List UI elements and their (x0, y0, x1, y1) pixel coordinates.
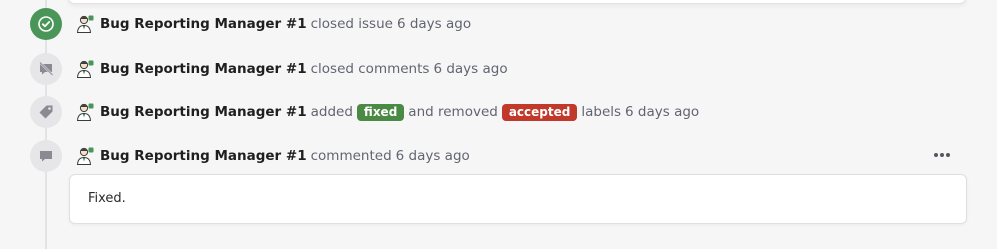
avatar[interactable] (75, 146, 95, 166)
avatar[interactable] (75, 14, 95, 34)
timeline-event-comment: Bug Reporting Manager #1 commented 6 day… (30, 140, 470, 172)
timeline-event-closed-issue: Bug Reporting Manager #1 closed issue 6 … (30, 8, 471, 40)
check-icon (30, 8, 62, 40)
author-link[interactable]: Bug Reporting Manager #1 (100, 104, 307, 120)
event-action-removed: and removed (408, 104, 498, 120)
event-time[interactable]: 6 days ago (396, 148, 470, 164)
timeline-event-closed-comments: Bug Reporting Manager #1 closed comments… (30, 53, 508, 85)
event-time[interactable]: 6 days ago (433, 61, 507, 77)
more-options-button[interactable] (932, 145, 952, 165)
event-action: closed comments (310, 61, 430, 77)
author-link[interactable]: Bug Reporting Manager #1 (100, 148, 307, 164)
event-time[interactable]: 6 days ago (625, 104, 699, 120)
event-action: commented (310, 148, 392, 164)
event-suffix: labels (581, 104, 622, 120)
comment-icon (30, 140, 62, 172)
ellipsis-icon (934, 153, 950, 157)
timeline-event-labels: Bug Reporting Manager #1 added fixed and… (30, 96, 699, 128)
event-action: added (310, 104, 353, 120)
label-fixed[interactable]: fixed (356, 103, 405, 121)
event-time[interactable]: 6 days ago (397, 16, 471, 32)
comment-slash-icon (30, 53, 62, 85)
avatar[interactable] (75, 59, 95, 79)
label-accepted[interactable]: accepted (501, 103, 578, 121)
comment-text: Fixed. (88, 191, 126, 206)
author-link[interactable]: Bug Reporting Manager #1 (100, 16, 307, 32)
previous-comment-card (68, 0, 966, 4)
author-link[interactable]: Bug Reporting Manager #1 (100, 61, 307, 77)
tag-icon (30, 96, 62, 128)
comment-body: Fixed. (69, 174, 967, 224)
event-action: closed issue (310, 16, 393, 32)
avatar[interactable] (75, 102, 95, 122)
